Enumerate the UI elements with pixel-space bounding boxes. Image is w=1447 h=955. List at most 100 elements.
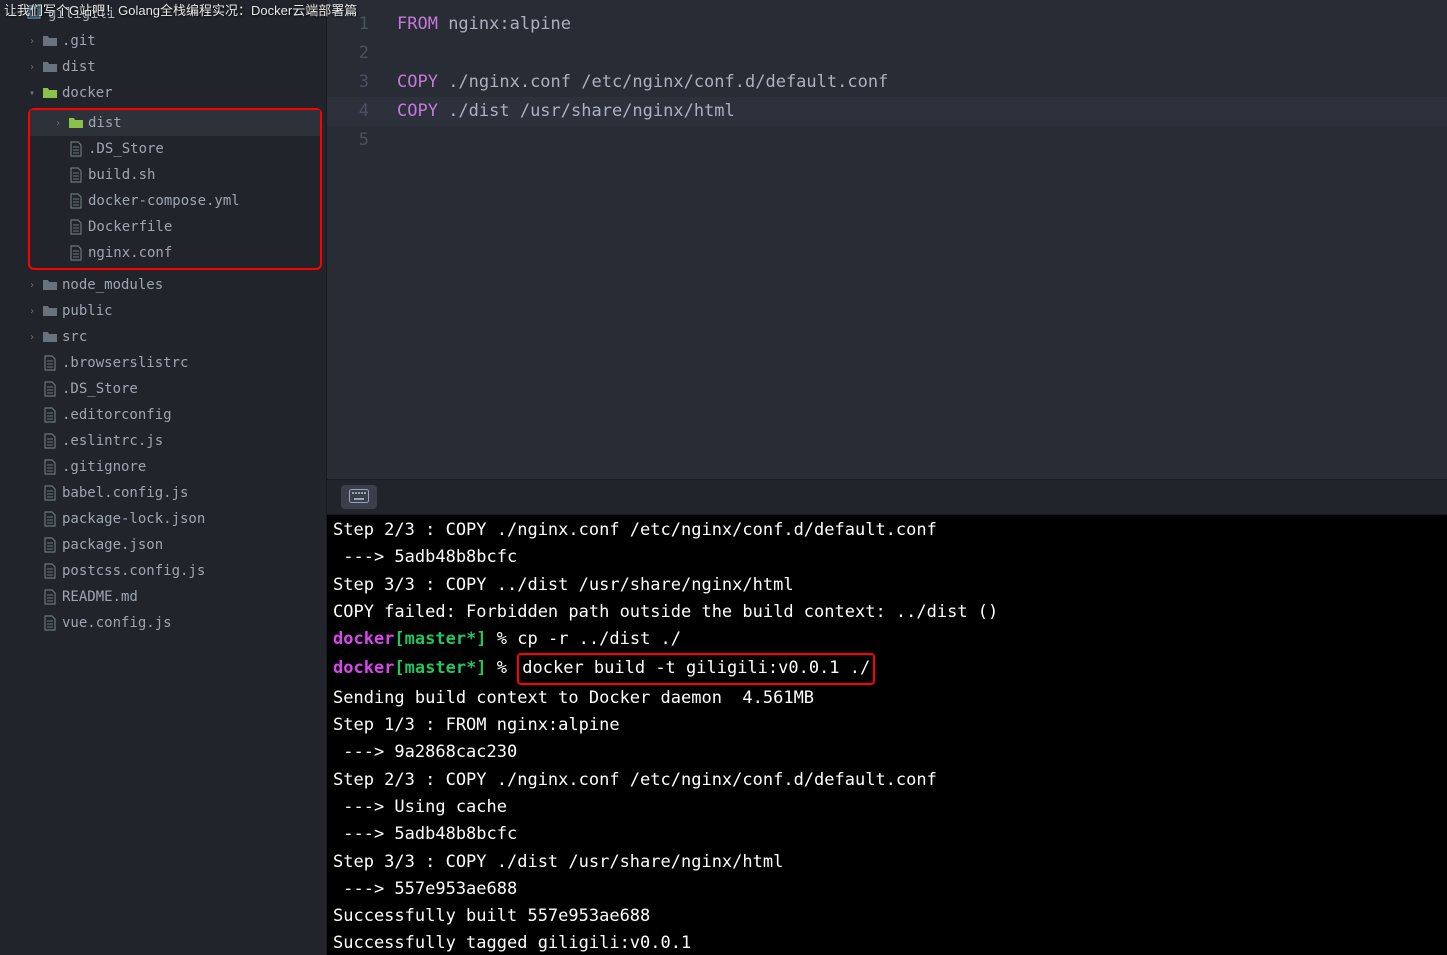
tree-folder[interactable]: › src bbox=[0, 324, 326, 350]
tree-item-label: .browserslistrc bbox=[62, 355, 326, 371]
tree-item-label: .gitignore bbox=[62, 459, 326, 475]
tree-item-label: postcss.config.js bbox=[62, 563, 326, 579]
tree-file[interactable]: .eslintrc.js bbox=[0, 428, 326, 454]
line-number: 3 bbox=[327, 68, 397, 97]
tree-item-label: node_modules bbox=[62, 277, 326, 293]
terminal-line: Step 2/3 : COPY ./nginx.conf /etc/nginx/… bbox=[333, 767, 1441, 794]
terminal-line: docker[master*] % docker build -t giligi… bbox=[333, 653, 1441, 684]
folder-icon bbox=[42, 303, 58, 319]
terminal-line: ---> 557e953ae688 bbox=[333, 876, 1441, 903]
file-icon bbox=[42, 485, 58, 501]
tree-folder[interactable]: ›dist bbox=[0, 54, 326, 80]
tree-item-label: build.sh bbox=[88, 167, 320, 183]
highlighted-folder-group: ›dist .DS_Store build.sh docker-compose.yml… bbox=[28, 108, 322, 270]
tree-item-label: .DS_Store bbox=[88, 141, 320, 157]
terminal-output[interactable]: Step 2/3 : COPY ./nginx.conf /etc/nginx/… bbox=[327, 515, 1447, 955]
tree-item-label: nginx.conf bbox=[88, 245, 320, 261]
code-content: FROM nginx:alpine bbox=[397, 10, 1447, 39]
tree-file[interactable]: README.md bbox=[0, 584, 326, 610]
tree-item-label: package-lock.json bbox=[62, 511, 326, 527]
line-number: 2 bbox=[327, 39, 397, 68]
tree-file[interactable]: docker-compose.yml bbox=[30, 188, 320, 214]
tree-item-label: package.json bbox=[62, 537, 326, 553]
code-line[interactable]: 4COPY ./dist /usr/share/nginx/html bbox=[327, 97, 1447, 126]
tree-folder[interactable]: ›dist bbox=[30, 110, 320, 136]
tree-item-label: dist bbox=[62, 59, 326, 75]
file-explorer[interactable]: ▾ giligili ›.git›dist▾docker ›dist.DS_St… bbox=[0, 0, 327, 955]
tree-item-label: vue.config.js bbox=[62, 615, 326, 631]
tree-item-label: .eslintrc.js bbox=[62, 433, 326, 449]
tree-file[interactable]: vue.config.js bbox=[0, 610, 326, 636]
folder-icon bbox=[42, 59, 58, 75]
terminal-tabbar bbox=[327, 479, 1447, 515]
tree-item-label: docker-compose.yml bbox=[88, 193, 320, 209]
tree-file[interactable]: package.json bbox=[0, 532, 326, 558]
terminal-line: Step 2/3 : COPY ./nginx.conf /etc/nginx/… bbox=[333, 517, 1441, 544]
terminal-line: Step 1/3 : FROM nginx:alpine bbox=[333, 712, 1441, 739]
terminal-line: ---> 5adb48b8bcfc bbox=[333, 821, 1441, 848]
tree-item-label: public bbox=[62, 303, 326, 319]
tree-file[interactable]: babel.config.js bbox=[0, 480, 326, 506]
file-icon bbox=[42, 511, 58, 527]
file-icon bbox=[42, 537, 58, 553]
tree-item-label: .DS_Store bbox=[62, 381, 326, 397]
code-content: COPY ./nginx.conf /etc/nginx/conf.d/defa… bbox=[397, 68, 1447, 97]
tree-file[interactable]: Dockerfile bbox=[30, 214, 320, 240]
tree-file[interactable]: .gitignore bbox=[0, 454, 326, 480]
folder-icon bbox=[42, 277, 58, 293]
code-content bbox=[397, 126, 1447, 155]
tree-file[interactable]: .browserslistrc bbox=[0, 350, 326, 376]
terminal-line: Successfully built 557e953ae688 bbox=[333, 903, 1441, 930]
chevron-right-icon: › bbox=[26, 36, 38, 47]
tree-file[interactable]: nginx.conf bbox=[30, 240, 320, 266]
terminal-keyboard-button[interactable] bbox=[341, 485, 377, 509]
terminal-line: docker[master*] % cp -r ../dist ./ bbox=[333, 626, 1441, 653]
file-icon bbox=[68, 245, 84, 261]
code-line[interactable]: 5 bbox=[327, 126, 1447, 155]
file-icon bbox=[42, 589, 58, 605]
code-line[interactable]: 2 bbox=[327, 39, 1447, 68]
tree-item-label: dist bbox=[88, 115, 320, 131]
file-icon bbox=[42, 433, 58, 449]
tree-folder[interactable]: ▾ docker bbox=[0, 80, 326, 106]
chevron-down-icon: ▾ bbox=[26, 88, 38, 99]
tree-folder[interactable]: › node_modules bbox=[0, 272, 326, 298]
terminal-line: COPY failed: Forbidden path outside the … bbox=[333, 599, 1441, 626]
file-icon bbox=[42, 563, 58, 579]
tree-folder[interactable]: ›.git bbox=[0, 28, 326, 54]
tree-file[interactable]: .DS_Store bbox=[30, 136, 320, 162]
tree-item-label: docker bbox=[62, 85, 326, 101]
tree-file[interactable]: package-lock.json bbox=[0, 506, 326, 532]
terminal-line: ---> Using cache bbox=[333, 794, 1441, 821]
code-content: COPY ./dist /usr/share/nginx/html bbox=[397, 97, 1447, 126]
line-number: 5 bbox=[327, 126, 397, 155]
file-icon bbox=[68, 167, 84, 183]
tree-item-label: Dockerfile bbox=[88, 219, 320, 235]
terminal-line: Step 3/3 : COPY ../dist /usr/share/nginx… bbox=[333, 572, 1441, 599]
tree-file[interactable]: build.sh bbox=[30, 162, 320, 188]
tree-file[interactable]: .editorconfig bbox=[0, 402, 326, 428]
file-icon bbox=[42, 355, 58, 371]
file-icon bbox=[68, 219, 84, 235]
file-icon bbox=[42, 407, 58, 423]
terminal-line: ---> 5adb48b8bcfc bbox=[333, 544, 1441, 571]
chevron-right-icon: › bbox=[26, 280, 38, 291]
keyboard-icon bbox=[349, 488, 369, 507]
terminal-line: Step 3/3 : COPY ./dist /usr/share/nginx/… bbox=[333, 849, 1441, 876]
tree-item-label: README.md bbox=[62, 589, 326, 605]
terminal-line: Sending build context to Docker daemon 4… bbox=[333, 685, 1441, 712]
file-icon bbox=[68, 193, 84, 209]
file-icon bbox=[42, 615, 58, 631]
code-line[interactable]: 3COPY ./nginx.conf /etc/nginx/conf.d/def… bbox=[327, 68, 1447, 97]
tree-item-label: src bbox=[62, 329, 326, 345]
tree-folder[interactable]: › public bbox=[0, 298, 326, 324]
terminal-line: Successfully tagged giligili:v0.0.1 bbox=[333, 930, 1441, 955]
code-editor[interactable]: 1FROM nginx:alpine23COPY ./nginx.conf /e… bbox=[327, 0, 1447, 479]
tree-file[interactable]: postcss.config.js bbox=[0, 558, 326, 584]
code-line[interactable]: 1FROM nginx:alpine bbox=[327, 10, 1447, 39]
chevron-right-icon: › bbox=[26, 306, 38, 317]
tree-file[interactable]: .DS_Store bbox=[0, 376, 326, 402]
folder-icon bbox=[42, 33, 58, 49]
chevron-right-icon: › bbox=[26, 332, 38, 343]
file-icon bbox=[68, 141, 84, 157]
